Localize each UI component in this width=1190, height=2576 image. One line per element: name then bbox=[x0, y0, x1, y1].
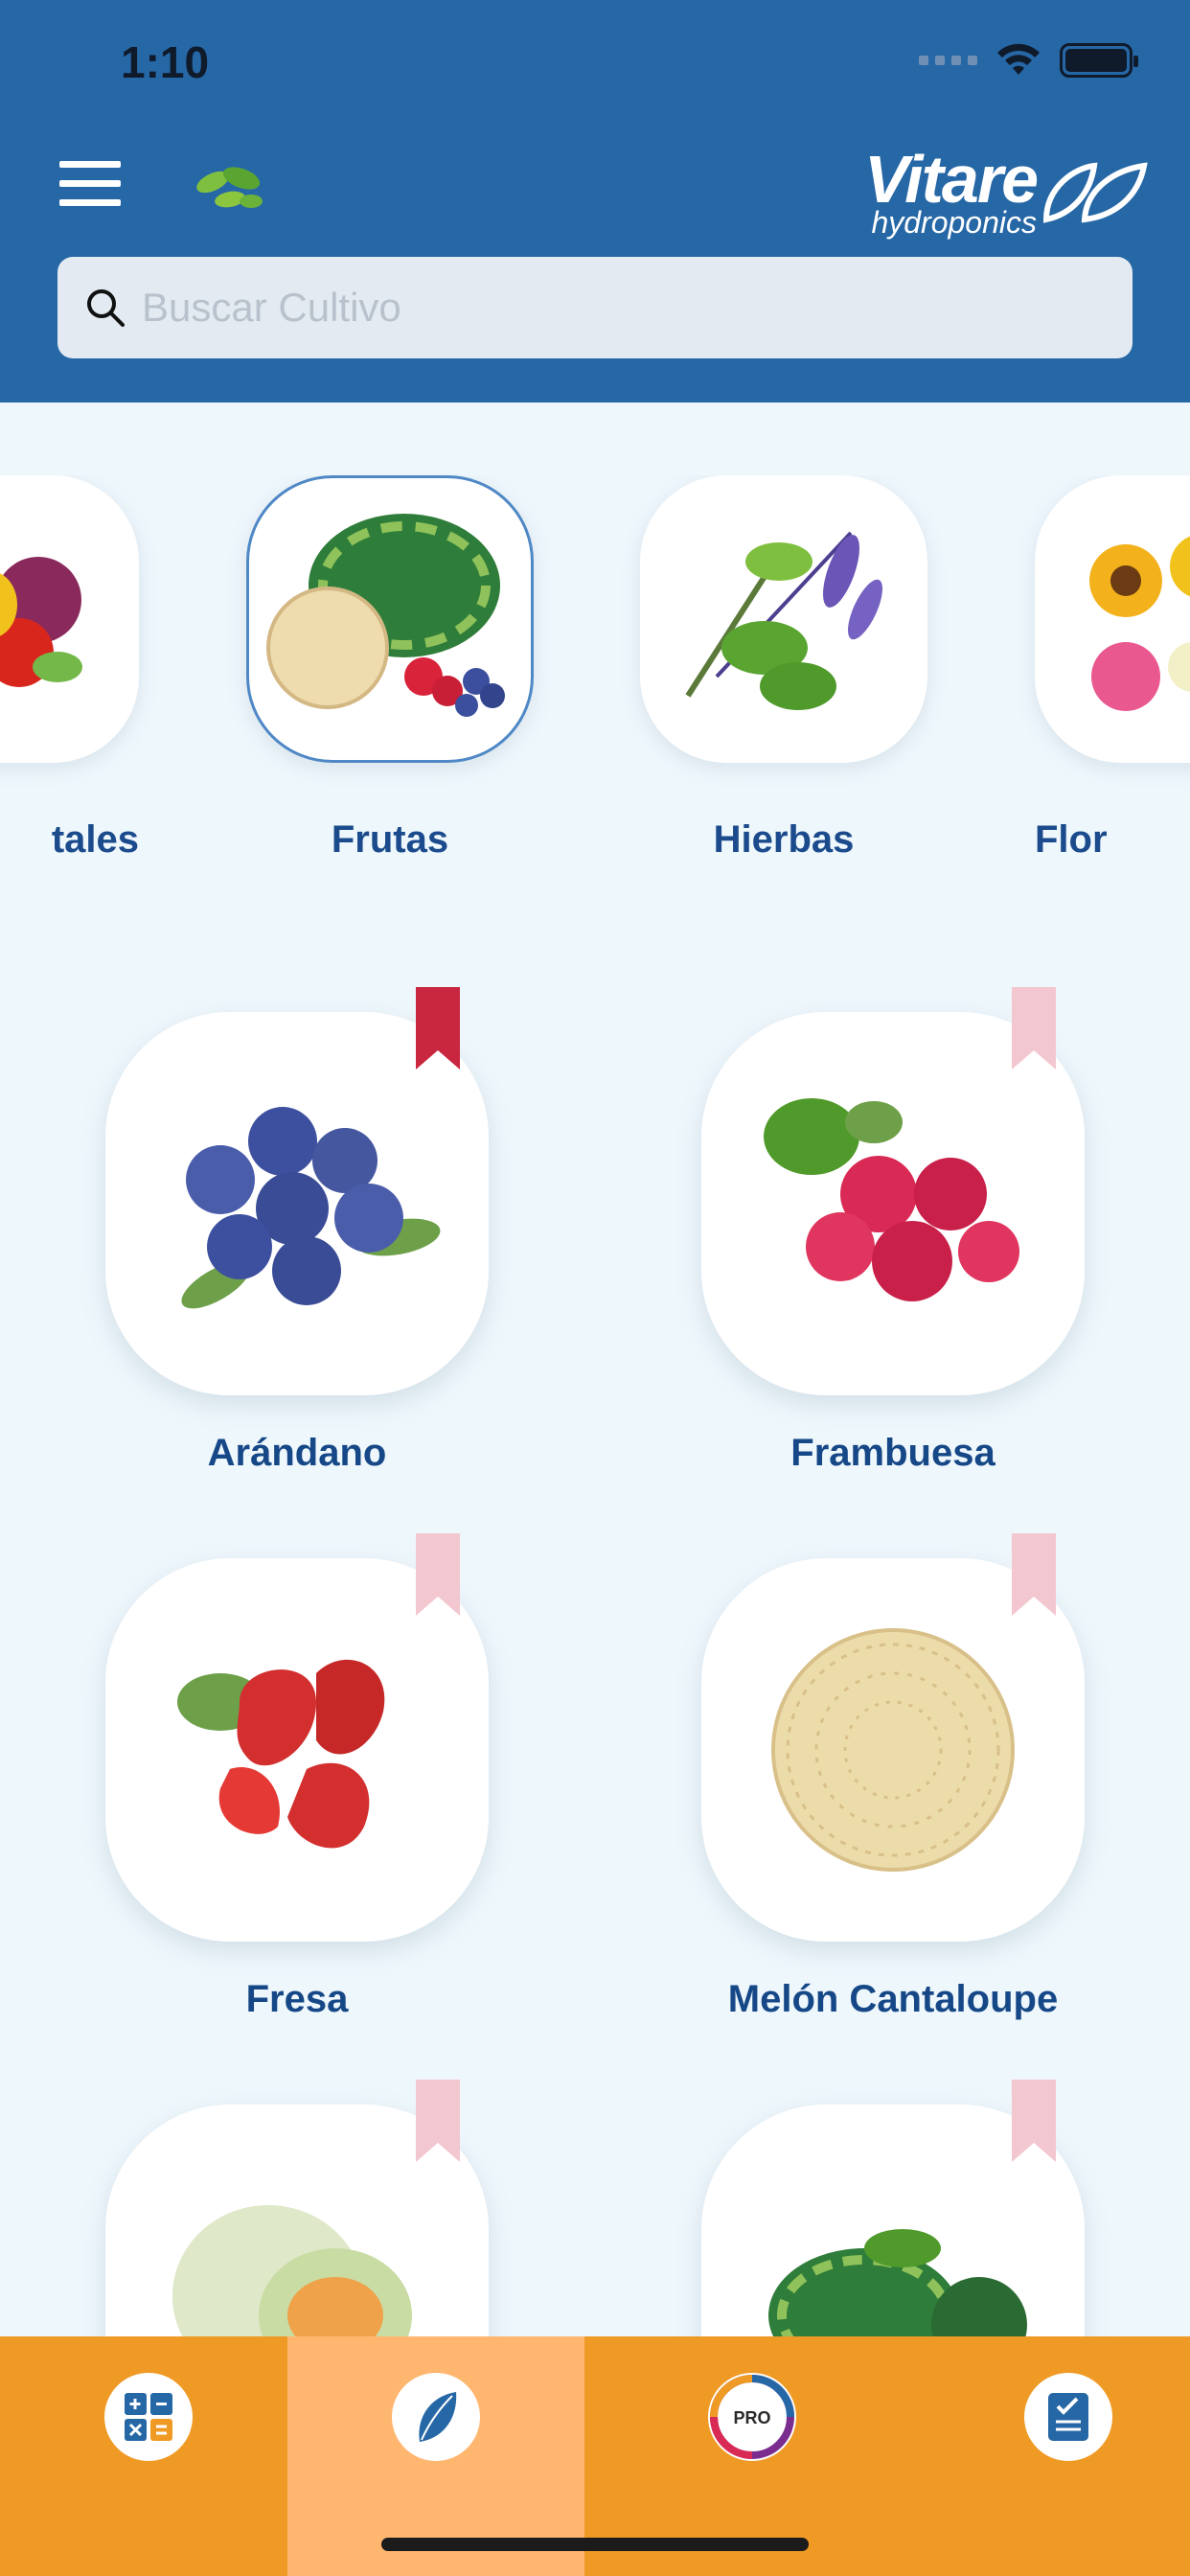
svg-text:PRO: PRO bbox=[733, 2408, 770, 2427]
bookmark-icon[interactable] bbox=[416, 987, 460, 1070]
tab-notes[interactable] bbox=[920, 2336, 1190, 2576]
category-vegetales[interactable]: tales bbox=[0, 475, 139, 862]
strawberry-icon bbox=[177, 1659, 385, 1849]
tab-icon-wrapper[interactable] bbox=[392, 2373, 480, 2461]
fruits-icon bbox=[266, 514, 505, 717]
wifi-icon bbox=[997, 43, 1040, 75]
home-indicator[interactable] bbox=[381, 2538, 809, 2551]
category-frutas[interactable]: Frutas bbox=[246, 475, 534, 862]
crop-label: Arándano bbox=[207, 1432, 387, 1474]
calculator-icon bbox=[125, 2393, 172, 2441]
crop-card[interactable] bbox=[701, 1533, 1085, 1942]
category-label: Hierbas bbox=[713, 818, 855, 861]
vegetables-icon bbox=[0, 557, 82, 687]
crop-card[interactable] bbox=[105, 1533, 489, 1942]
tab-icon-wrapper[interactable]: PRO bbox=[708, 2373, 796, 2461]
battery-icon bbox=[1060, 43, 1138, 78]
cellular-signal-icon bbox=[919, 56, 977, 65]
category-card[interactable] bbox=[1035, 475, 1190, 763]
tab-calculator[interactable] bbox=[0, 2336, 297, 2576]
category-carousel[interactable]: tales Frutas Hierbas Flor bbox=[0, 475, 1190, 878]
brand-leaf-icon bbox=[1042, 162, 1148, 223]
category-label: tales bbox=[51, 818, 139, 861]
cantaloupe-icon bbox=[771, 1628, 1015, 1872]
crop-label: Fresa bbox=[245, 1978, 349, 2020]
checklist-icon bbox=[1048, 2393, 1088, 2441]
category-card[interactable] bbox=[640, 475, 927, 763]
search-bar[interactable]: Buscar Cultivo bbox=[57, 257, 1133, 358]
crop-label: Melón Cantaloupe bbox=[727, 1978, 1059, 2020]
category-label: Frutas bbox=[331, 818, 449, 861]
brand-logo: Vitare hydroponics bbox=[864, 146, 1152, 238]
flowers-icon bbox=[1089, 536, 1190, 711]
herb-leaf-icon bbox=[196, 167, 263, 208]
crop-item-frambuesa[interactable]: Frambuesa bbox=[701, 987, 1085, 1475]
bookmark-icon[interactable] bbox=[1012, 1533, 1056, 1616]
tab-icon-wrapper[interactable] bbox=[1024, 2373, 1112, 2461]
pro-badge-icon: PRO bbox=[710, 2375, 794, 2459]
crop-card[interactable] bbox=[701, 987, 1085, 1395]
crop-item-arandano[interactable]: Arándano bbox=[105, 987, 489, 1475]
bookmark-icon[interactable] bbox=[416, 1533, 460, 1616]
search-icon bbox=[77, 279, 134, 336]
category-label: Flor bbox=[1035, 818, 1108, 861]
crop-label: Frambuesa bbox=[790, 1432, 995, 1474]
crop-item-melon-cantaloupe[interactable]: Melón Cantaloupe bbox=[701, 1533, 1085, 2021]
leaf-icon bbox=[419, 2392, 457, 2442]
bookmark-icon[interactable] bbox=[1012, 2080, 1056, 2162]
herbs-icon bbox=[685, 531, 883, 710]
crop-card[interactable] bbox=[105, 987, 489, 1395]
status-time: 1:10 bbox=[121, 37, 210, 87]
tab-icon-wrapper[interactable] bbox=[104, 2373, 193, 2461]
bookmark-icon[interactable] bbox=[1012, 987, 1056, 1070]
category-card[interactable] bbox=[0, 475, 139, 763]
bookmark-icon[interactable] bbox=[416, 2080, 460, 2162]
app-header: 1:10 Vitare hydroponics Buscar Cultivo bbox=[0, 0, 1190, 402]
status-icons bbox=[919, 42, 1138, 79]
category-card-selected[interactable] bbox=[246, 475, 534, 763]
category-flores[interactable]: Flor bbox=[1035, 475, 1190, 862]
blueberry-icon bbox=[181, 1107, 441, 1309]
brand-tagline: hydroponics bbox=[871, 205, 1037, 240]
category-hierbas[interactable]: Hierbas bbox=[640, 475, 927, 862]
raspberry-icon bbox=[764, 1098, 1019, 1301]
search-input[interactable]: Buscar Cultivo bbox=[142, 285, 401, 331]
brand-name: Vitare bbox=[864, 142, 1039, 217]
crop-item-fresa[interactable]: Fresa bbox=[105, 1533, 489, 2021]
menu-button[interactable] bbox=[59, 161, 121, 207]
